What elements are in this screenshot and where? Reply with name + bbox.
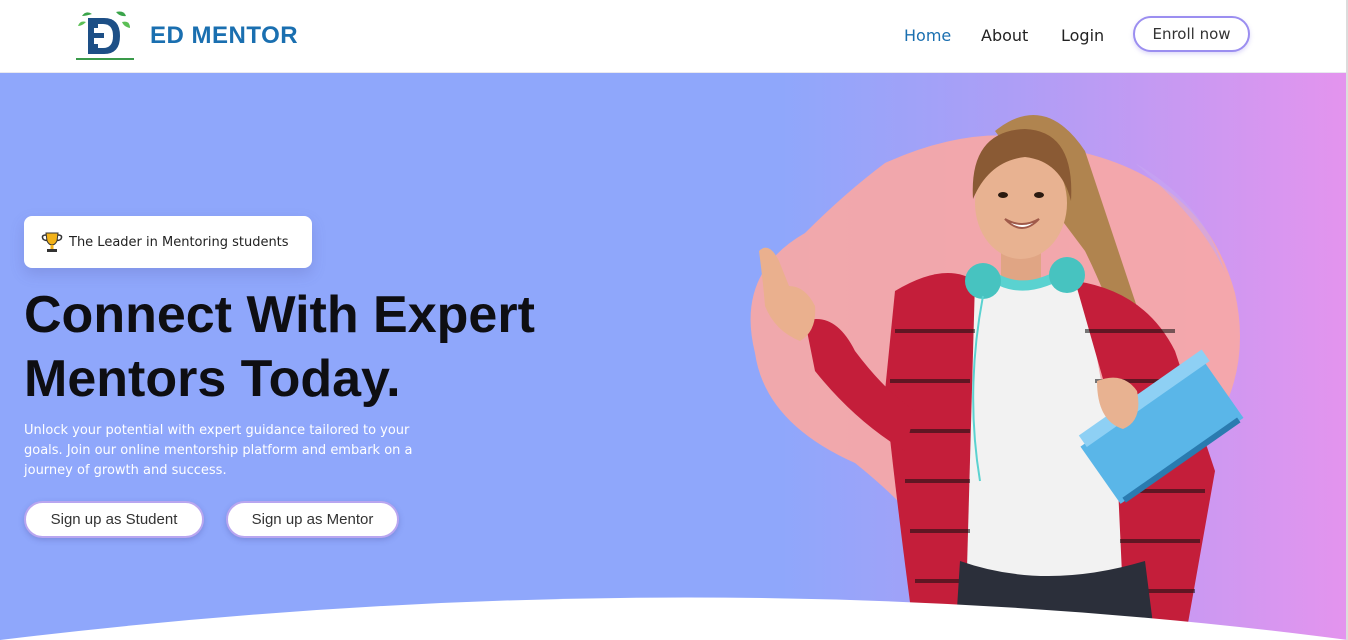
nav-login-link[interactable]: Login — [1061, 26, 1104, 45]
sign-up-mentor-button[interactable]: Sign up as Mentor — [226, 501, 399, 538]
bottom-wave-divider — [0, 597, 1348, 640]
headline-line-1: Connect With Expert — [24, 286, 535, 344]
trophy-icon — [41, 232, 63, 252]
hero-section: The Leader in Mentoring students Connect… — [0, 73, 1348, 640]
brand-name[interactable]: ED MENTOR — [150, 22, 298, 50]
sign-up-student-button[interactable]: Sign up as Student — [24, 501, 204, 538]
leader-badge: The Leader in Mentoring students — [24, 216, 312, 268]
hero-description: Unlock your potential with expert guidan… — [24, 423, 413, 478]
hero-headline: Connect With Expert Mentors Today. — [24, 283, 604, 411]
nav-home-link[interactable]: Home — [904, 26, 951, 45]
enroll-now-button[interactable]: Enroll now — [1133, 16, 1250, 52]
badge-label: The Leader in Mentoring students — [69, 234, 289, 250]
nav-about-link[interactable]: About — [981, 26, 1028, 45]
logo-icon[interactable] — [76, 8, 134, 62]
student-illustration — [759, 115, 1244, 640]
site-header: ED MENTOR Home About Login Enroll now — [0, 0, 1348, 73]
headline-line-2: Mentors Today. — [24, 350, 401, 408]
